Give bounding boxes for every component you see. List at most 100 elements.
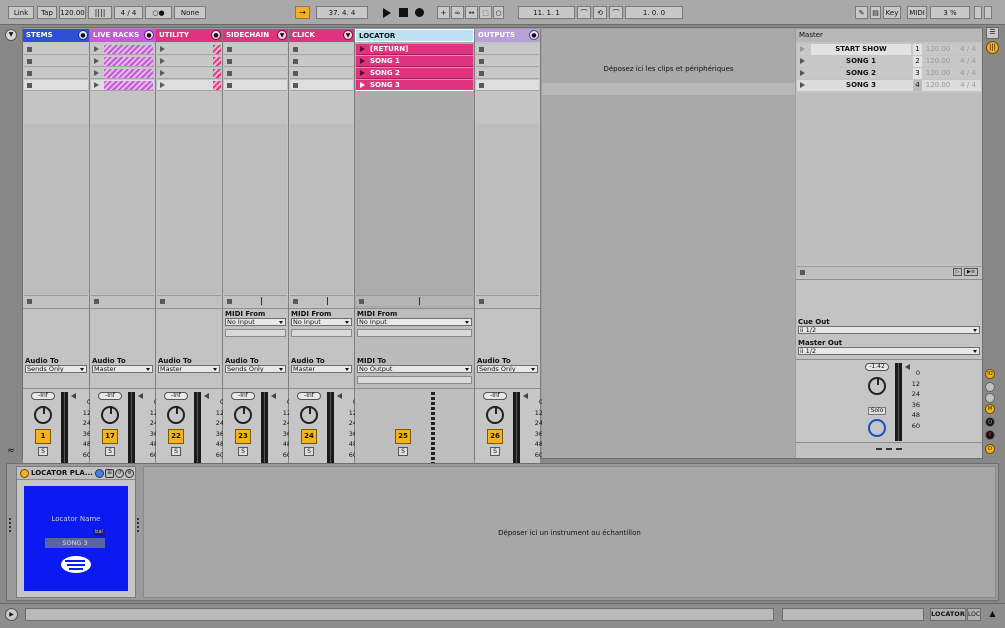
midi-channel-select[interactable]: [225, 329, 286, 337]
track-activator[interactable]: 22: [168, 429, 184, 444]
master-pan-knob[interactable]: [868, 377, 886, 395]
capture-icon[interactable]: ⬚: [479, 6, 492, 19]
stop-clips-button[interactable]: [476, 295, 539, 306]
clip-slot[interactable]: [476, 68, 539, 79]
clip-slot[interactable]: [24, 56, 88, 67]
track-fold-icon[interactable]: ●: [529, 30, 539, 40]
clip-slot[interactable]: [24, 80, 88, 91]
quantize-select[interactable]: None: [174, 6, 206, 19]
volume-field[interactable]: -Inf: [297, 392, 321, 400]
clip-slot[interactable]: [157, 80, 221, 91]
loop-length-field[interactable]: 1. 0. 0: [625, 6, 683, 19]
solo-button[interactable]: S: [304, 447, 314, 456]
io-toggle-icon[interactable]: IO: [985, 369, 995, 379]
track-fold-icon[interactable]: ▼: [277, 30, 287, 40]
scene-row[interactable]: START SHOW 1 120.00 4 / 4: [797, 44, 981, 55]
solo-label[interactable]: Solo: [868, 407, 886, 415]
clip-slot[interactable]: [24, 44, 88, 55]
cue-out-select[interactable]: ii 1/2: [798, 326, 980, 334]
clip-slot[interactable]: [157, 56, 221, 67]
clip-return[interactable]: [RETURN]: [356, 44, 473, 55]
session-drop-zone[interactable]: Déposez ici les clips et périphériques: [542, 29, 795, 458]
midi-map-button[interactable]: MIDI: [907, 6, 927, 19]
audio-to-select[interactable]: Sends Only: [225, 365, 286, 373]
device-menu-icon[interactable]: ⚙: [125, 469, 134, 478]
track-activator[interactable]: 1: [35, 429, 51, 444]
solo-button[interactable]: S: [398, 447, 408, 456]
browser-toggle-icon[interactable]: ▼: [5, 29, 17, 41]
clip-song-3[interactable]: SONG 3: [356, 80, 473, 91]
solo-button[interactable]: S: [238, 447, 248, 456]
clip-slot[interactable]: [157, 68, 221, 79]
audio-to-select[interactable]: Master: [158, 365, 220, 373]
scene-row[interactable]: SONG 2 3 120.00 4 / 4: [797, 68, 981, 79]
signature-field[interactable]: 4 / 4: [114, 6, 143, 19]
stop-clips-button[interactable]: [91, 295, 154, 306]
clip-slot[interactable]: [224, 56, 287, 67]
re-enable-icon[interactable]: ↔: [465, 6, 478, 19]
cue-toggle-icon[interactable]: D: [985, 444, 995, 454]
pan-knob[interactable]: [101, 406, 119, 424]
clip-slot[interactable]: [224, 68, 287, 79]
scene-play-icon[interactable]: ▷: [953, 268, 962, 276]
clip-slot[interactable]: [290, 68, 353, 79]
selected-track-label[interactable]: LOCATOR: [930, 608, 966, 621]
track-header[interactable]: LOCATOR: [355, 29, 474, 42]
scene-signature[interactable]: 4 / 4: [955, 68, 981, 79]
stop-clips-button[interactable]: [157, 295, 221, 306]
follow-icon[interactable]: →: [295, 6, 310, 19]
clip-slot[interactable]: [476, 56, 539, 67]
stop-clips-button[interactable]: [24, 295, 88, 306]
loop-icon[interactable]: ⟲: [593, 6, 607, 19]
clip-slot[interactable]: [91, 68, 154, 79]
solo-button[interactable]: S: [171, 447, 181, 456]
key-map-button[interactable]: Key: [883, 6, 901, 19]
device-chain-handle[interactable]: [137, 518, 140, 532]
scene-tempo[interactable]: 120.00: [924, 44, 952, 55]
device-title[interactable]: LOCATOR PLA...: [31, 467, 93, 480]
stop-clips-button[interactable]: [356, 295, 473, 306]
pan-knob[interactable]: [486, 406, 504, 424]
audio-to-select[interactable]: Master: [92, 365, 153, 373]
info-toggle-icon[interactable]: ▶: [5, 608, 18, 621]
device-chain-handle[interactable]: [9, 518, 12, 532]
clip-slot[interactable]: [290, 44, 353, 55]
pan-knob[interactable]: [300, 406, 318, 424]
add-icon[interactable]: +: [437, 6, 450, 19]
master-volume-field[interactable]: -1.42: [865, 363, 889, 371]
track-activator[interactable]: 25: [395, 429, 411, 444]
clip-slot[interactable]: [91, 56, 154, 67]
midi-to-select[interactable]: No Output: [357, 365, 472, 373]
audio-to-select[interactable]: Master: [291, 365, 352, 373]
stop-icon[interactable]: [397, 6, 409, 19]
scene-signature[interactable]: 4 / 4: [955, 44, 981, 55]
scene-launch-icon[interactable]: ▶≡: [964, 268, 978, 276]
tempo-field[interactable]: 120.00: [59, 6, 86, 19]
computer-keyboard-icon[interactable]: ▤: [870, 6, 881, 19]
play-icon[interactable]: [381, 6, 393, 19]
midi-channel-select[interactable]: [357, 329, 472, 337]
loop-start-field[interactable]: 11. 1. 1: [518, 6, 575, 19]
selected-device-label[interactable]: LOC: [967, 608, 981, 621]
locator-screen[interactable]: Locator Name bal SONG 3: [24, 486, 128, 591]
solo-button[interactable]: S: [490, 447, 500, 456]
device-edit-icon[interactable]: ⊞: [105, 469, 114, 478]
audio-to-select[interactable]: Sends Only: [477, 365, 538, 373]
nudge-icon[interactable]: ||||: [88, 6, 112, 19]
clip-slot[interactable]: [476, 80, 539, 91]
track-delay-toggle-icon[interactable]: X: [985, 430, 995, 440]
clip-slot[interactable]: [476, 44, 539, 55]
scene-signature[interactable]: 4 / 4: [955, 56, 981, 67]
detail-view-toggle-icon[interactable]: ▲: [986, 608, 999, 621]
volume-field[interactable]: -Inf: [31, 392, 55, 400]
scene-row[interactable]: SONG 1 2 120.00 4 / 4: [797, 56, 981, 67]
track-activator[interactable]: 23: [235, 429, 251, 444]
song-position[interactable]: 37. 4. 4: [316, 6, 368, 19]
arrangement-view-icon[interactable]: |||: [986, 41, 999, 54]
track-activator[interactable]: 26: [487, 429, 503, 444]
returns-toggle-icon[interactable]: [985, 393, 995, 403]
midi-channel-select[interactable]: [291, 329, 352, 337]
scene-row[interactable]: SONG 3 4 120.00 4 / 4: [797, 80, 981, 91]
punch-out-icon[interactable]: ⌒: [609, 6, 623, 19]
overview-toggle-icon[interactable]: ≈: [5, 446, 17, 458]
